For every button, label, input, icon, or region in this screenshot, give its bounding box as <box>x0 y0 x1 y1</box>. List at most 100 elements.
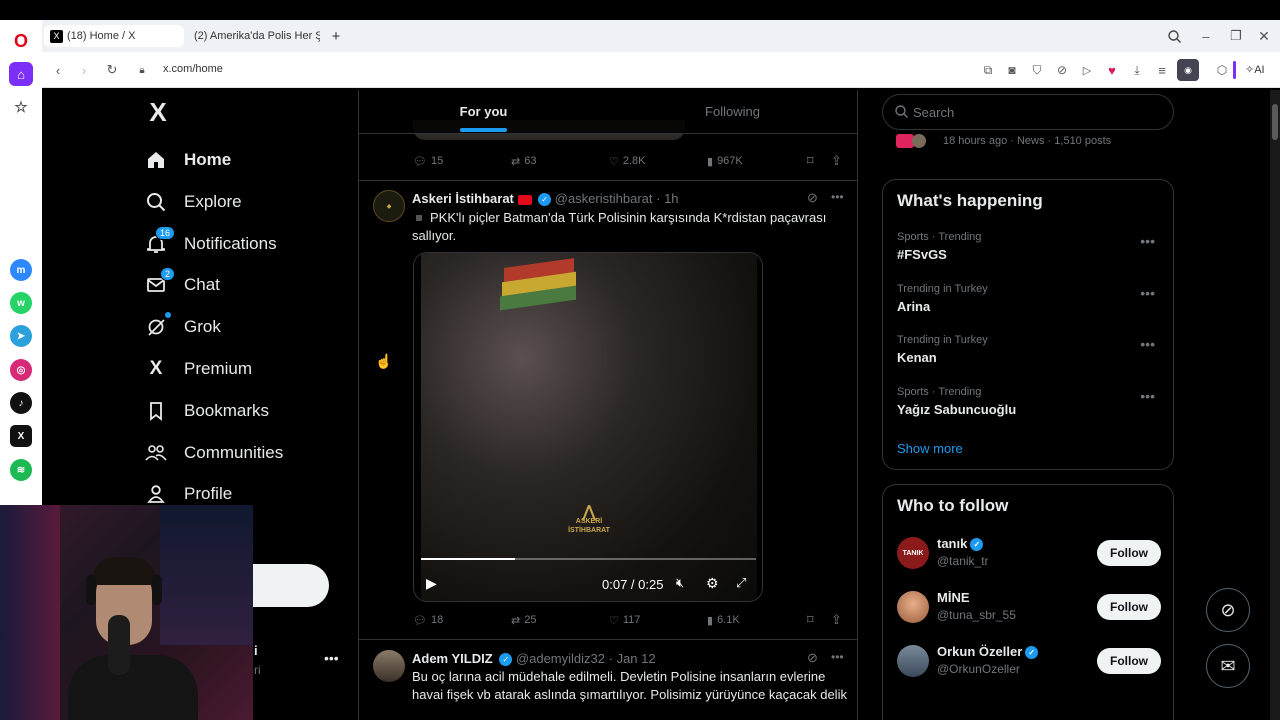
tab-youtube[interactable]: (2) Amerika'da Polis Her Ş... <box>184 25 320 47</box>
tweet-more-icon[interactable]: ••• <box>831 650 844 664</box>
like-button[interactable]: ♡ 2.8K <box>609 155 707 168</box>
suggestion-name[interactable]: Orkun Özeller ✓ <box>937 644 1039 660</box>
trend-more-icon[interactable]: ••• <box>1140 336 1155 352</box>
spotify-icon[interactable]: ≋ <box>10 459 32 481</box>
star-icon[interactable]: ☆ <box>10 96 32 118</box>
follow-button[interactable]: Follow <box>1097 540 1161 566</box>
trend-item[interactable]: Trending in Turkey Kenan ••• <box>897 334 1161 365</box>
account-more-icon[interactable]: ••• <box>324 650 339 666</box>
extensions-icon[interactable]: ⬡ <box>1214 62 1230 78</box>
reply-button[interactable]: 💬︎ 18 <box>413 614 511 627</box>
follow-button[interactable]: Follow <box>1097 648 1161 674</box>
follow-button[interactable]: Follow <box>1097 594 1161 620</box>
tweet-time[interactable]: 1h <box>664 191 678 206</box>
tab-x-home[interactable]: X (18) Home / X <box>44 25 184 47</box>
menu-icon[interactable]: ≡ <box>1154 62 1170 78</box>
suggestion-name[interactable]: tanık ✓ <box>937 536 984 552</box>
nav-grok[interactable]: Grok <box>144 307 221 347</box>
follow-suggestion[interactable]: Orkun Özeller ✓ @OrkunOzeller Follow <box>897 641 1161 681</box>
repost-button[interactable]: ⇄ 25 <box>511 614 609 627</box>
messenger-icon[interactable]: m <box>10 259 32 281</box>
author-name[interactable]: Adem YILDIZ <box>412 651 493 666</box>
new-tab-icon[interactable]: + <box>328 28 344 45</box>
messages-fab-icon[interactable]: ✉ <box>1206 644 1250 688</box>
trend-item[interactable]: Sports · Trending #FSvGS ••• <box>897 231 1161 262</box>
reply-button[interactable]: 💬︎ 15 <box>413 155 511 168</box>
grok-tweet-icon[interactable]: ⊘ <box>807 650 818 666</box>
lock-icon[interactable]: 🔒︎ <box>136 63 148 77</box>
nav-explore[interactable]: Explore <box>144 182 242 222</box>
vpn-icon[interactable]: ⊘ <box>1054 62 1070 78</box>
whatsapp-icon[interactable]: w <box>10 292 32 314</box>
opera-logo-icon[interactable]: O <box>10 30 32 52</box>
heart-icon[interactable]: ♥ <box>1104 62 1120 78</box>
mute-icon[interactable]: 🔇︎ <box>676 575 684 591</box>
forward-icon[interactable]: › <box>76 62 92 78</box>
page-scrollbar[interactable] <box>1270 90 1280 720</box>
download-icon[interactable]: ⤓ <box>1129 62 1145 78</box>
search-input[interactable]: Search <box>882 94 1174 130</box>
nav-communities[interactable]: Communities <box>144 433 283 473</box>
author-handle[interactable]: @ademyildiz32 <box>516 651 605 666</box>
tab-search-icon[interactable] <box>1166 28 1182 44</box>
share-icon[interactable]: ⇪ <box>831 612 845 628</box>
avatar[interactable] <box>897 645 929 677</box>
trend-item[interactable]: Trending in Turkey Arina ••• <box>897 283 1161 314</box>
snapshot-icon[interactable]: ⧉ <box>980 62 996 78</box>
nav-premium[interactable]: X Premium <box>144 349 252 389</box>
x-logo-icon[interactable]: X <box>144 97 172 127</box>
reload-icon[interactable]: ↻ <box>104 62 120 78</box>
trend-more-icon[interactable]: ••• <box>1140 285 1155 301</box>
avatar[interactable]: ◆ <box>373 190 405 222</box>
views-button[interactable]: ▮ 967K <box>707 155 807 168</box>
telegram-icon[interactable]: ➤ <box>10 325 32 347</box>
home-speed-dial-icon[interactable]: ⌂ <box>9 62 33 86</box>
fullscreen-icon[interactable]: ⤢ <box>736 575 746 591</box>
follow-suggestion[interactable]: TANIK tanık ✓ @tanik_tr Follow <box>897 533 1161 573</box>
close-window-icon[interactable]: ✕ <box>1256 28 1272 44</box>
tweet-time[interactable]: Jan 12 <box>617 651 656 666</box>
suggestion-name[interactable]: MİNE <box>937 590 970 605</box>
trend-more-icon[interactable]: ••• <box>1140 233 1155 249</box>
ai-button[interactable]: ✧AI <box>1245 63 1265 76</box>
trend-more-icon[interactable]: ••• <box>1140 388 1155 404</box>
trend-item[interactable]: Sports · Trending Yağız Sabuncuoğlu ••• <box>897 386 1161 417</box>
back-icon[interactable]: ‹ <box>50 62 66 78</box>
x-app-icon[interactable]: X <box>10 425 32 447</box>
tiktok-icon[interactable]: ♪ <box>10 392 32 414</box>
nav-chat[interactable]: 2 Chat <box>144 265 220 305</box>
settings-icon[interactable]: ⚙ <box>706 575 719 592</box>
avatar[interactable] <box>897 591 929 623</box>
author-name[interactable]: Askeri İstihbarat <box>412 191 514 206</box>
grok-fab-icon[interactable]: ⊘ <box>1206 588 1250 632</box>
play-icon[interactable]: ▷ <box>1079 62 1095 78</box>
url-text[interactable]: x.com/home <box>163 63 223 75</box>
tweet-more-icon[interactable]: ••• <box>831 190 844 204</box>
profile-avatar[interactable]: ◉ <box>1177 59 1199 81</box>
camera-icon[interactable]: ◙ <box>1004 62 1020 78</box>
author-handle[interactable]: @askeristihbarat <box>555 191 653 206</box>
tab-following[interactable]: Following <box>608 90 857 133</box>
play-icon[interactable]: ▶ <box>426 575 437 592</box>
avatar[interactable]: TANIK <box>897 537 929 569</box>
nav-home[interactable]: Home <box>144 140 231 180</box>
bookmark-button-icon[interactable]: ⌑ <box>807 612 831 628</box>
show-more-link[interactable]: Show more <box>897 441 963 456</box>
like-button[interactable]: ♡ 117 <box>609 614 707 627</box>
tab-for-you[interactable]: For you <box>359 90 608 133</box>
instagram-icon[interactable]: ◎ <box>10 359 32 381</box>
share-icon[interactable]: ⇪ <box>831 153 845 169</box>
nav-notifications[interactable]: 16 Notifications <box>144 224 277 264</box>
nav-bookmarks[interactable]: Bookmarks <box>144 391 269 431</box>
bookmark-button-icon[interactable]: ⌑ <box>807 153 831 169</box>
avatar[interactable] <box>373 650 405 682</box>
video-player[interactable]: ⋀ ASKERİ İSTİHBARAT ▶ 0:07 / 0:25 🔇︎ ⚙ ⤢ <box>413 252 763 602</box>
restore-icon[interactable]: ❐ <box>1228 28 1244 44</box>
follow-suggestion[interactable]: MİNE @tuna_sbr_55 Follow <box>897 587 1161 627</box>
views-button[interactable]: ▮ 6.1K <box>707 614 807 627</box>
repost-button[interactable]: ⇄ 63 <box>511 155 609 168</box>
grok-tweet-icon[interactable]: ⊘ <box>807 190 818 206</box>
scrollbar-thumb[interactable] <box>1272 104 1278 140</box>
minimize-icon[interactable]: – <box>1198 28 1214 44</box>
shield-icon[interactable]: ⛉ <box>1029 62 1045 78</box>
